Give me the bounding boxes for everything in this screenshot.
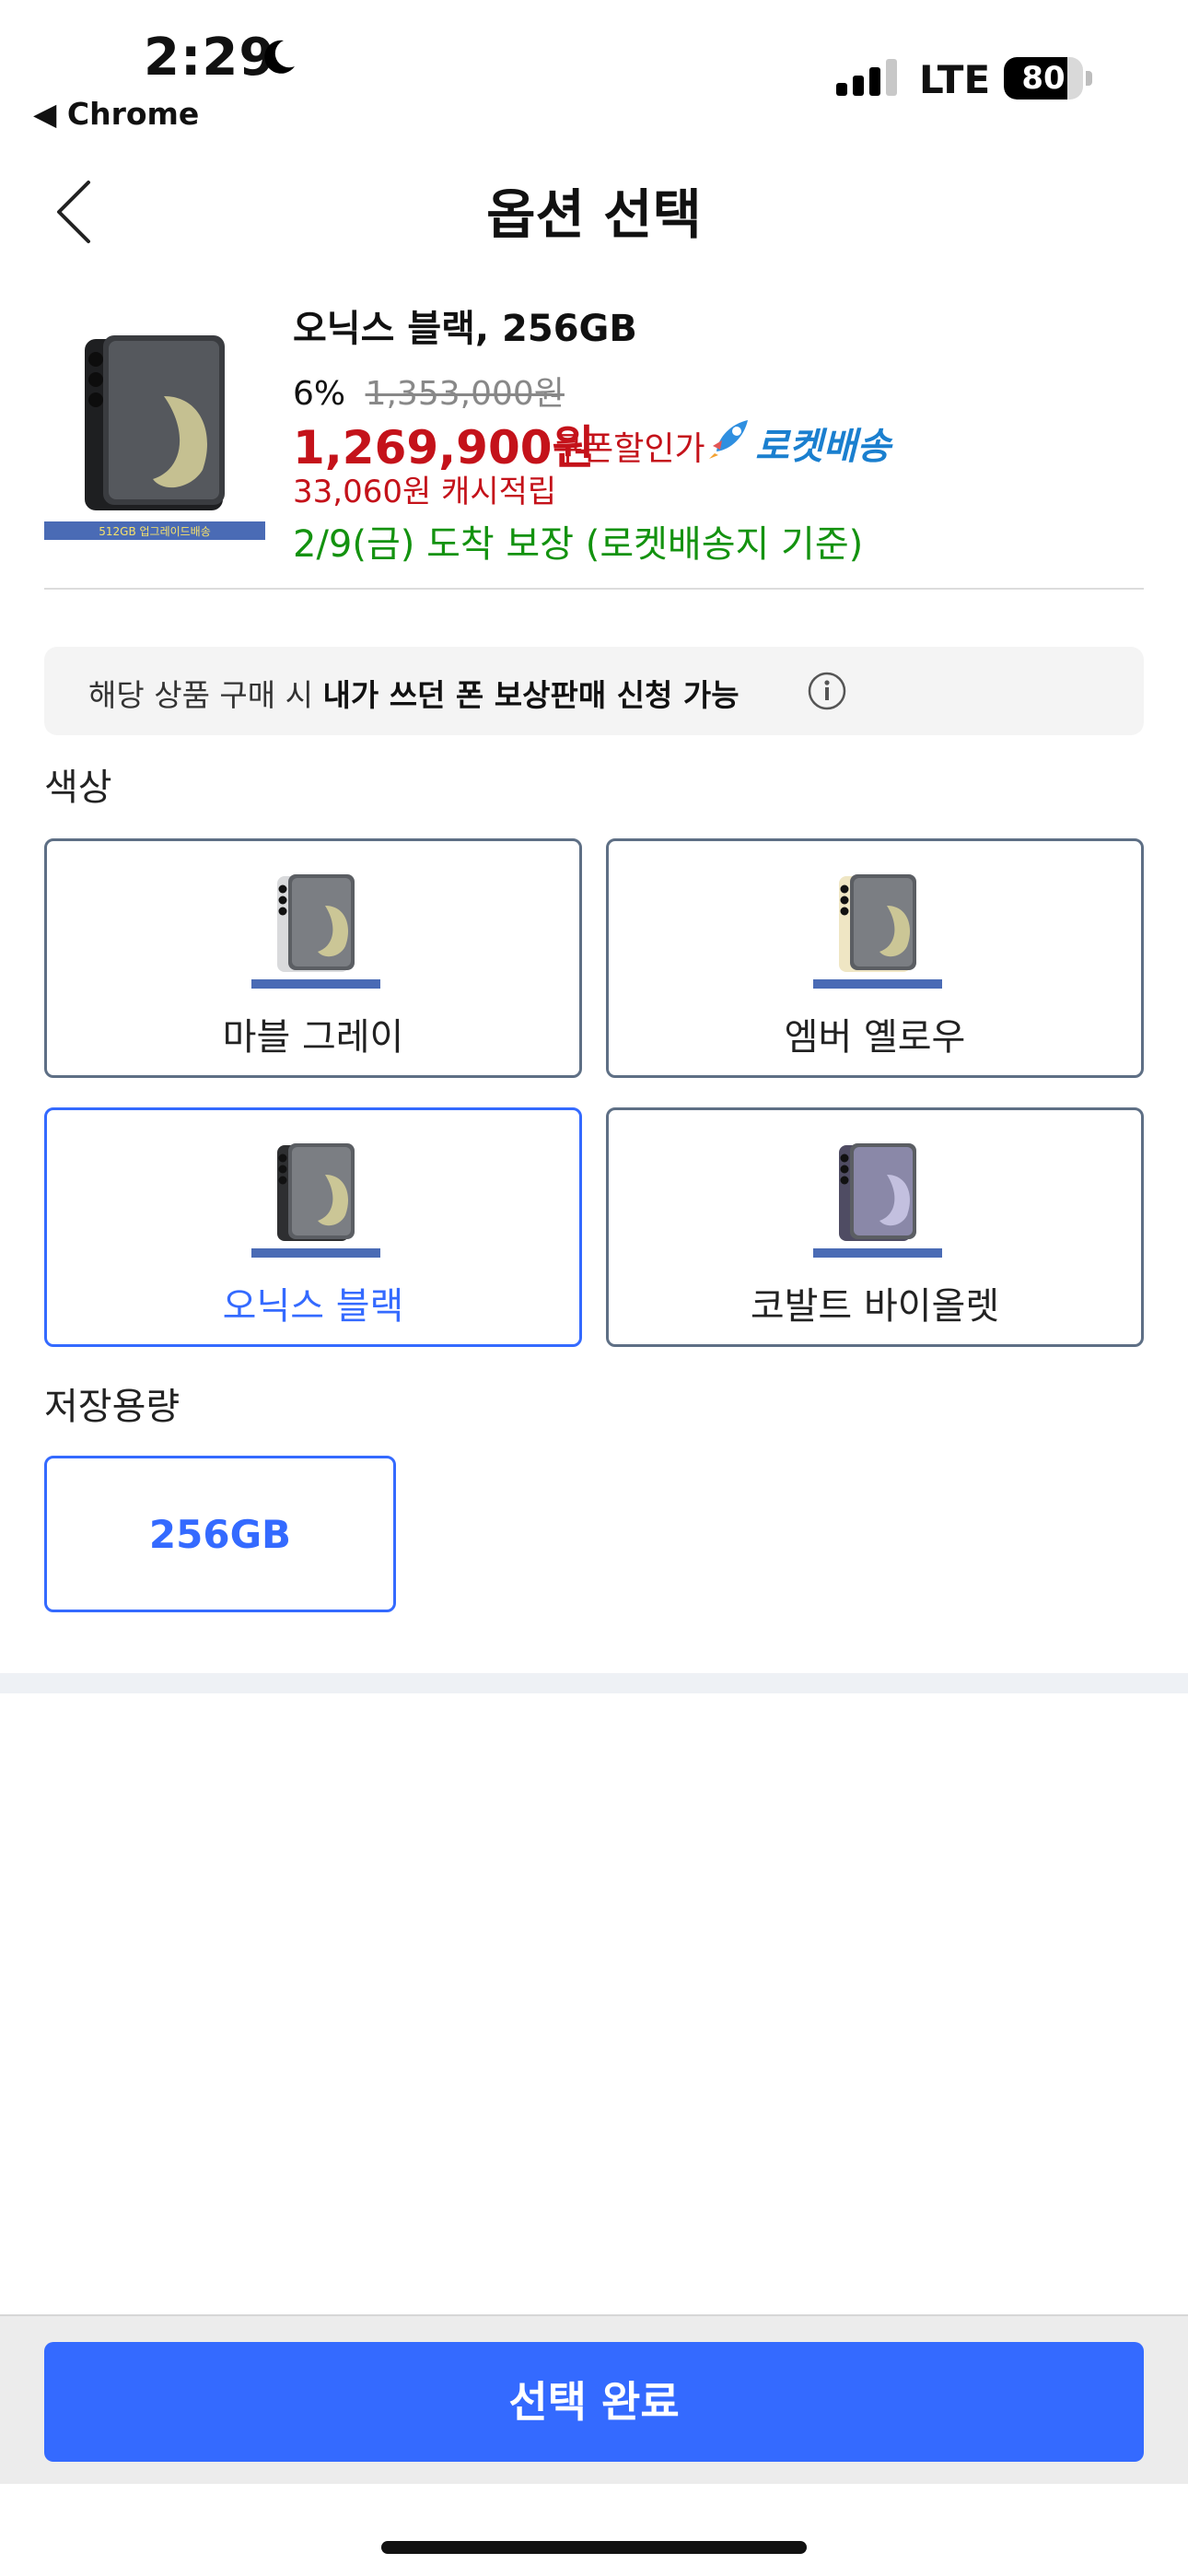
coupon-label: 쿠폰할인가 (553, 430, 705, 468)
storage-section-label: 저장용량 (44, 1386, 181, 1428)
storage-option-label: 256GB (148, 1512, 292, 1557)
color-option-onyx-black[interactable]: 오닉스 블랙 (44, 1107, 582, 1347)
footer-bar: 선택 완료 (0, 2314, 1188, 2484)
phone-thumbnail-icon (813, 1143, 942, 1258)
original-price: 1,353,000원 (365, 375, 565, 413)
phone-thumbnail-icon (251, 1143, 380, 1258)
product-image: 512GB 업그레이드배송 (44, 335, 265, 540)
product-name: 오닉스 블랙, 256GB (293, 308, 637, 350)
storage-option-256gb[interactable]: 256GB (44, 1456, 396, 1612)
signal-icon (836, 59, 897, 96)
battery-percent: 80 (1021, 60, 1066, 97)
confirm-selection-button[interactable]: 선택 완료 (44, 2342, 1144, 2462)
section-separator (0, 1673, 1188, 1693)
color-option-label: 코발트 바이올렛 (750, 1285, 1000, 1328)
moon-icon (264, 40, 295, 74)
color-option-marble-gray[interactable]: 마블 그레이 (44, 838, 582, 1078)
back-to-chrome[interactable]: ◀ Chrome (33, 96, 199, 132)
notice-text: 해당 상품 구매 시 내가 쓰던 폰 보상판매 신청 가능 (88, 677, 740, 713)
network-label: LTE (919, 57, 991, 102)
color-option-label: 오닉스 블랙 (222, 1285, 404, 1328)
home-indicator[interactable] (381, 2541, 807, 2554)
rocket-delivery-badge: 로켓배송 (755, 426, 891, 468)
divider (44, 588, 1144, 590)
price-row: 6% 1,353,000원 (293, 367, 565, 415)
color-option-label: 엠버 옐로우 (784, 1016, 966, 1059)
info-icon[interactable] (807, 671, 847, 711)
color-option-amber-yellow[interactable]: 엠버 옐로우 (606, 838, 1144, 1078)
phone-thumbnail-icon (813, 874, 942, 989)
delivery-guarantee: 2/9(금) 도착 보장 (로켓배송지 기준) (293, 523, 864, 566)
rocket-icon (709, 420, 748, 459)
phone-thumbnail-icon (251, 874, 380, 989)
color-option-label: 마블 그레이 (222, 1016, 404, 1059)
color-section-label: 색상 (44, 767, 112, 809)
cashback-text: 33,060원 캐시적립 (293, 474, 557, 510)
battery-icon: 80 (1004, 57, 1092, 100)
trade-in-notice[interactable]: 해당 상품 구매 시 내가 쓰던 폰 보상판매 신청 가능 (44, 647, 1144, 735)
color-option-cobalt-violet[interactable]: 코발트 바이올렛 (606, 1107, 1144, 1347)
discount-rate: 6% (293, 375, 346, 413)
page-title: 옵션 선택 (486, 183, 702, 246)
product-image-banner: 512GB 업그레이드배송 (99, 525, 211, 538)
